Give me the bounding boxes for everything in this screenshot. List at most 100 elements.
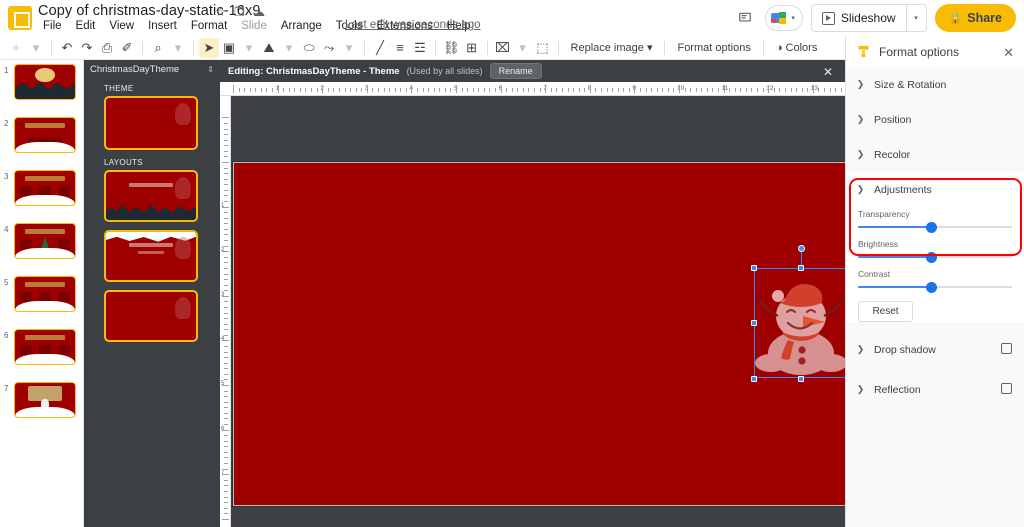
layout-title-slide[interactable] bbox=[104, 170, 198, 222]
section-position[interactable]: ❯ Position bbox=[846, 102, 1024, 137]
reset-button[interactable]: Reset bbox=[858, 301, 913, 322]
section-recolor[interactable]: ❯ Recolor bbox=[846, 137, 1024, 172]
resize-handle-n[interactable] bbox=[798, 264, 804, 271]
brightness-slider[interactable] bbox=[858, 251, 1012, 263]
slide-canvas[interactable] bbox=[233, 162, 853, 506]
slideshow-dropdown-icon[interactable]: ▾ bbox=[905, 5, 926, 31]
slide-thumbnail[interactable] bbox=[14, 276, 76, 312]
line-spacing-button[interactable]: ☲ bbox=[410, 38, 430, 58]
brightness-slider-knob[interactable] bbox=[926, 251, 938, 263]
new-slide-button[interactable]: + bbox=[6, 38, 26, 58]
document-title[interactable]: Copy of christmas-day-static-16x9 bbox=[38, 3, 261, 19]
contrast-slider[interactable] bbox=[858, 281, 1012, 293]
resize-handle-nw[interactable] bbox=[750, 264, 757, 271]
close-theme-editor-icon[interactable]: ✕ bbox=[823, 65, 833, 79]
print-button[interactable]: ⎙ bbox=[97, 38, 117, 58]
star-icon[interactable]: ☆ bbox=[215, 5, 226, 19]
rotation-handle[interactable] bbox=[798, 245, 805, 252]
shape-button[interactable]: ⬭ bbox=[299, 38, 319, 58]
resize-handle-icon[interactable]: ⇕ bbox=[207, 65, 214, 74]
filmstrip-slide-3[interactable]: 3 bbox=[0, 170, 83, 223]
section-size-and-rotation[interactable]: ❯ Size & Rotation bbox=[846, 67, 1024, 102]
transparency-slider-knob[interactable] bbox=[926, 221, 938, 233]
menu-edit[interactable]: Edit bbox=[69, 19, 103, 35]
resize-handle-w[interactable] bbox=[750, 319, 757, 326]
insert-link-button[interactable]: ⛓ bbox=[441, 38, 462, 58]
menu-format[interactable]: Format bbox=[184, 19, 234, 35]
filmstrip-slide-4[interactable]: 4 bbox=[0, 223, 83, 276]
layout-blank[interactable] bbox=[104, 290, 198, 342]
last-edit-link[interactable]: Last edit was seconds ago bbox=[345, 19, 481, 31]
replace-image-button[interactable]: Replace image ▾ bbox=[564, 38, 660, 58]
new-slide-dropdown-icon[interactable]: ▾ bbox=[26, 38, 46, 58]
mask-image-button[interactable]: ⬚ bbox=[533, 38, 553, 58]
resize-handle-s[interactable] bbox=[798, 375, 804, 382]
drop-shadow-checkbox[interactable] bbox=[1001, 343, 1012, 354]
resize-handle-sw[interactable] bbox=[750, 375, 757, 382]
redo-button[interactable]: ↷ bbox=[77, 38, 97, 58]
insert-comment-button[interactable]: ⊞ bbox=[462, 38, 482, 58]
share-button[interactable]: 🔒 Share bbox=[934, 4, 1016, 32]
menu-view[interactable]: View bbox=[102, 19, 141, 35]
section-reflection[interactable]: ❯ Reflection bbox=[846, 372, 1024, 407]
slide-thumbnail[interactable] bbox=[14, 382, 76, 418]
slide-thumbnail[interactable] bbox=[14, 170, 76, 206]
vertical-ruler[interactable]: 1 2 3 4 5 6 7 bbox=[220, 96, 231, 527]
menu-arrange[interactable]: Arrange bbox=[274, 19, 329, 35]
transparency-slider[interactable] bbox=[858, 221, 1012, 233]
menu-file[interactable]: File bbox=[36, 19, 69, 35]
zoom-dropdown-icon[interactable]: ▾ bbox=[168, 38, 188, 58]
slide-thumbnail[interactable] bbox=[14, 223, 76, 259]
contrast-slider-knob[interactable] bbox=[926, 281, 938, 293]
filmstrip-slide-7[interactable]: 7 bbox=[0, 382, 83, 435]
slide-filmstrip[interactable]: 1 2 3 4 5 6 7 bbox=[0, 60, 84, 527]
crop-dropdown-icon[interactable]: ▾ bbox=[513, 38, 533, 58]
layout-section-header[interactable] bbox=[104, 230, 198, 282]
reflection-checkbox[interactable] bbox=[1001, 383, 1012, 394]
text-box-dropdown-icon[interactable]: ▾ bbox=[239, 38, 259, 58]
toolbar-separator bbox=[51, 40, 52, 55]
filmstrip-slide-6[interactable]: 6 bbox=[0, 329, 83, 382]
google-meet-button[interactable]: ▾ bbox=[765, 5, 803, 31]
comment-icon[interactable] bbox=[733, 6, 757, 30]
text-box-button[interactable]: ▣ bbox=[219, 38, 239, 58]
close-icon[interactable]: ✕ bbox=[1003, 45, 1014, 61]
paint-format-button[interactable]: ✐ bbox=[117, 38, 137, 58]
filmstrip-slide-1[interactable]: 1 bbox=[0, 64, 83, 117]
menu-insert[interactable]: Insert bbox=[141, 19, 184, 35]
line-button[interactable]: ⤳ bbox=[319, 38, 339, 58]
ruler-tick bbox=[224, 440, 228, 442]
filmstrip-slide-2[interactable]: 2 bbox=[0, 117, 83, 170]
undo-button[interactable]: ↶ bbox=[57, 38, 77, 58]
slideshow-button[interactable]: Slideshow ▾ bbox=[810, 4, 927, 32]
section-adjustments-header[interactable]: ❯ Adjustments bbox=[846, 172, 1024, 207]
insert-image-dropdown-icon[interactable]: ▾ bbox=[279, 38, 299, 58]
ruler-tick bbox=[322, 85, 324, 93]
ruler-tick bbox=[224, 424, 228, 426]
move-to-folder-icon[interactable]: ❐ bbox=[234, 5, 245, 19]
pen-button[interactable]: ╱ bbox=[370, 38, 390, 58]
title-placeholder bbox=[24, 229, 66, 234]
insert-image-button[interactable]: ⛰ bbox=[259, 38, 279, 58]
zoom-button[interactable]: ⌕ bbox=[148, 38, 168, 58]
ruler-tick bbox=[578, 88, 580, 92]
section-drop-shadow[interactable]: ❯ Drop shadow bbox=[846, 332, 1024, 367]
line-dropdown-icon[interactable]: ▾ bbox=[339, 38, 359, 58]
align-button[interactable]: ≡ bbox=[390, 38, 410, 58]
rename-button[interactable]: Rename bbox=[489, 63, 542, 79]
slide-thumbnail[interactable] bbox=[14, 64, 76, 100]
slide-thumbnail[interactable] bbox=[14, 329, 76, 365]
cloud-saved-icon[interactable]: ☁ bbox=[253, 5, 265, 19]
theme-master-thumbnail[interactable] bbox=[104, 96, 198, 150]
snowman-image-object[interactable] bbox=[750, 245, 853, 382]
ruler-tick bbox=[394, 88, 396, 92]
format-options-button[interactable]: Format options bbox=[670, 38, 757, 58]
google-slides-logo[interactable] bbox=[8, 6, 32, 30]
filmstrip-slide-5[interactable]: 5 bbox=[0, 276, 83, 329]
menu-slide[interactable]: Slide bbox=[234, 19, 274, 35]
crop-image-button[interactable]: ⌧ bbox=[493, 38, 513, 58]
colors-button[interactable]: ◑ Colors bbox=[769, 38, 825, 58]
horizontal-ruler[interactable]: 12345678910111213 bbox=[220, 82, 845, 96]
select-tool-button[interactable]: ➤ bbox=[199, 37, 219, 58]
slide-thumbnail[interactable] bbox=[14, 117, 76, 153]
